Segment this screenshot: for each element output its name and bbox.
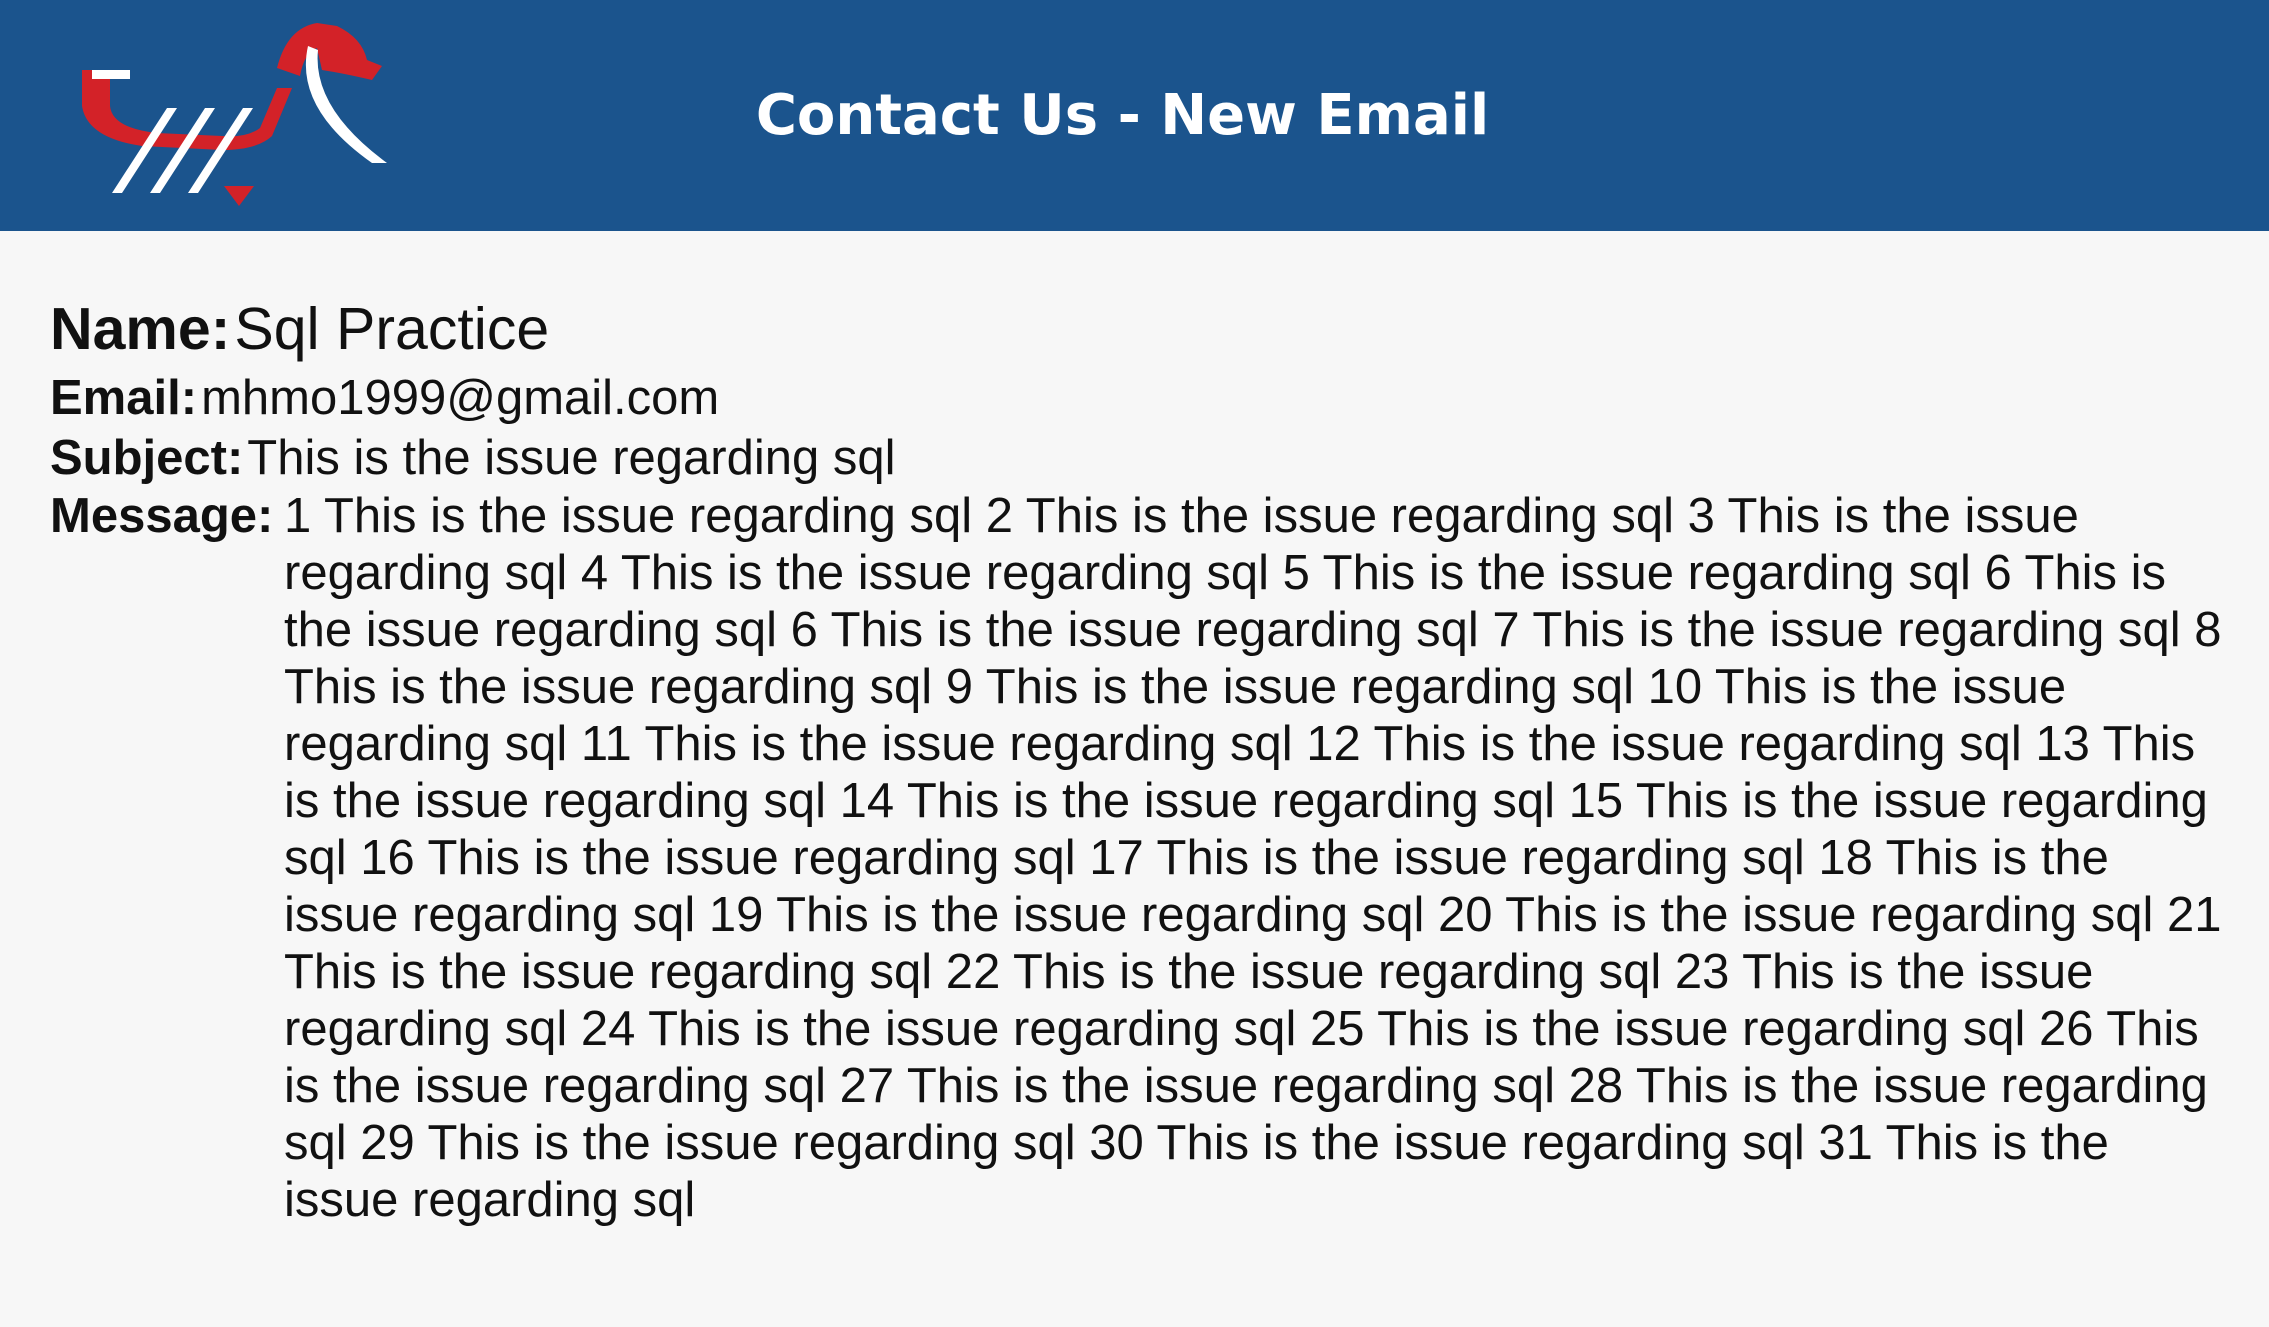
email-details: Name: Sql Practice Email: mhmo1999@gmail… xyxy=(50,290,2230,1229)
message-row: Message: 1 This is the issue regarding s… xyxy=(50,488,2230,1229)
message-label: Message: xyxy=(50,489,274,543)
email-label: Email: xyxy=(50,371,198,425)
page-header: Contact Us - New Email xyxy=(0,0,2269,231)
name-row: Name: Sql Practice xyxy=(50,290,2230,368)
subject-row: Subject: This is the issue regarding sql xyxy=(50,428,2230,488)
subject-value: This is the issue regarding sql xyxy=(247,431,896,485)
email-row: Email: mhmo1999@gmail.com xyxy=(50,368,2230,428)
page-title: Contact Us - New Email xyxy=(755,83,1490,148)
message-value: 1 This is the issue regarding sql 2 This… xyxy=(284,489,2222,1227)
subject-label: Subject: xyxy=(50,431,244,485)
name-value: Sql Practice xyxy=(234,296,550,362)
email-value: mhmo1999@gmail.com xyxy=(201,371,720,425)
name-label: Name: xyxy=(50,296,231,362)
